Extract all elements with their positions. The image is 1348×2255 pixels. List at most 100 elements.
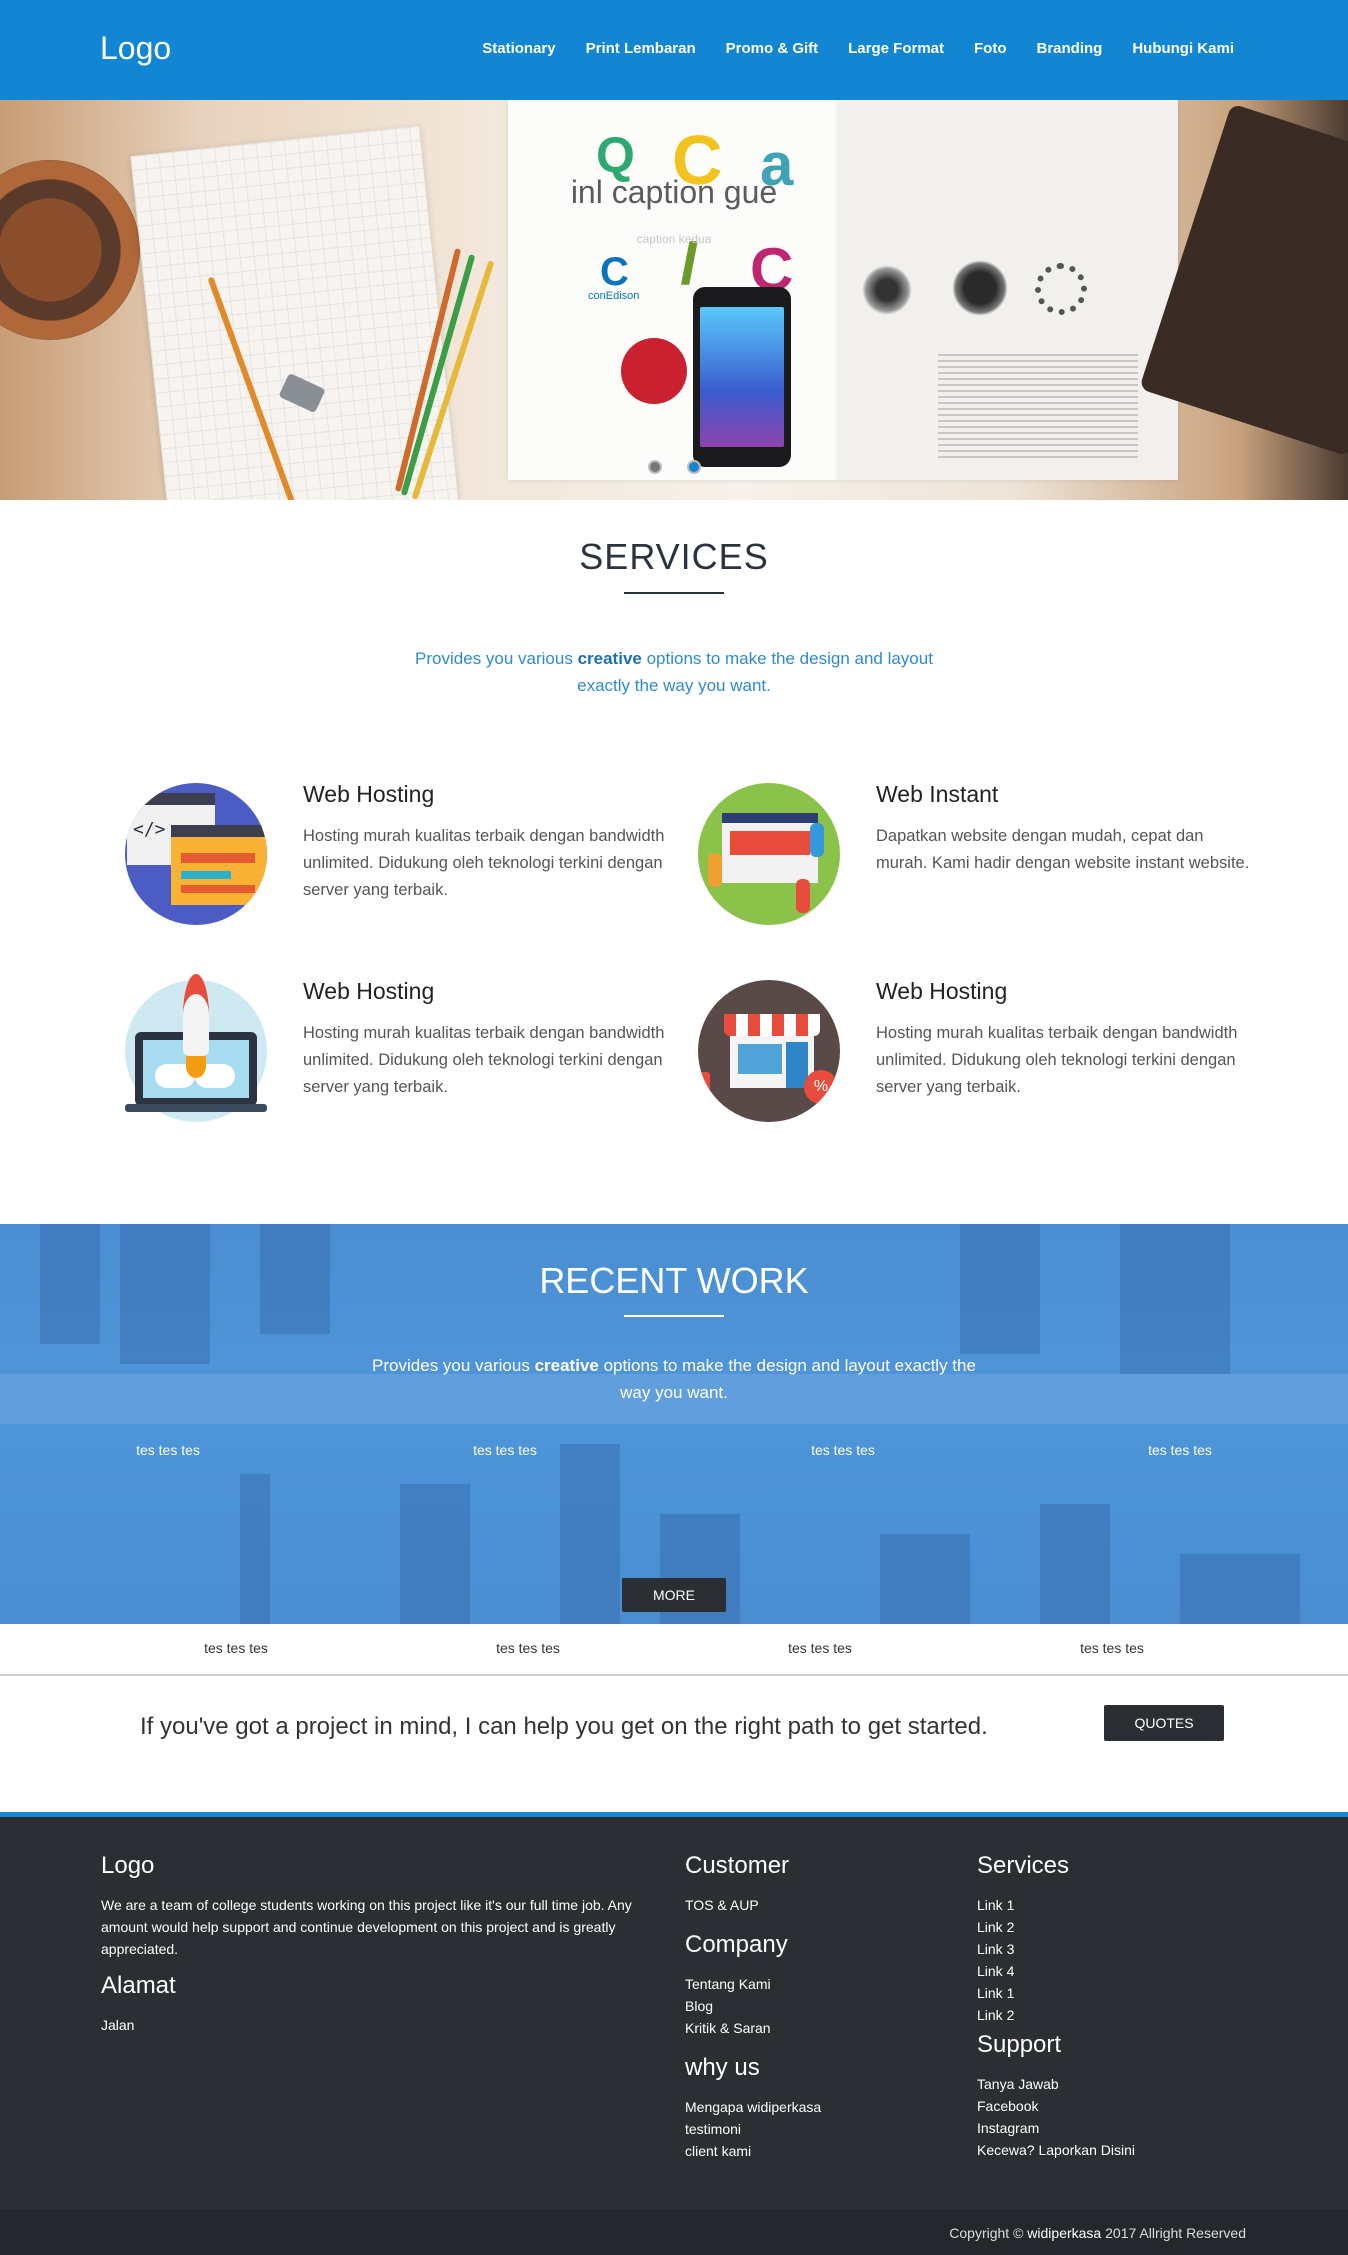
copyright-prefix: Copyright ©	[949, 2225, 1028, 2241]
nav-item-hubungi-kami[interactable]: Hubungi Kami	[1132, 40, 1234, 57]
laptop-base	[125, 1104, 267, 1112]
store-icon: %	[698, 980, 840, 1122]
footer-link-tanya-jawab[interactable]: Tanya Jawab	[977, 2073, 1135, 2095]
rocket-flame	[186, 1054, 206, 1078]
copyright-brand-link[interactable]: widiperkasa	[1027, 2225, 1101, 2241]
service-card-web-hosting: </> Web Hosting Hosting murah kualitas t…	[125, 781, 685, 943]
recent-work-underline	[624, 1315, 724, 1317]
services-title: SERVICES	[579, 536, 769, 577]
footer-link-instagram[interactable]: Instagram	[977, 2117, 1135, 2139]
nav-item-branding[interactable]: Branding	[1036, 40, 1102, 57]
footer-services-links: Link 1 Link 2 Link 3 Link 4 Link 1 Link …	[977, 1894, 1014, 2026]
services-desc-highlight: creative	[577, 649, 642, 668]
footer-link-laporkan[interactable]: Kecewa? Laporkan Disini	[977, 2139, 1135, 2161]
work-item-label[interactable]: tes tes tes	[425, 1442, 585, 1458]
code-tag-text: </>	[133, 819, 166, 840]
service-description: Dapatkan website dengan mudah, cepat dan…	[876, 827, 1250, 872]
layout-bar	[181, 871, 231, 879]
footer-link-facebook[interactable]: Facebook	[977, 2095, 1135, 2117]
footer-link[interactable]: Link 3	[977, 1938, 1014, 1960]
footer-link-tos[interactable]: TOS & AUP	[685, 1894, 759, 1916]
recent-desc-highlight: creative	[534, 1356, 599, 1375]
carousel-indicator-2[interactable]	[687, 460, 701, 474]
logo[interactable]: Logo	[100, 30, 171, 67]
footer-services-title: Services	[977, 1852, 1070, 1879]
footer-whyus-links: Mengapa widiperkasa testimoni client kam…	[685, 2096, 821, 2162]
halftone-dot-image	[952, 260, 1008, 316]
phone-image	[693, 287, 791, 467]
service-description: Hosting murah kualitas terbaik dengan ba…	[303, 1024, 665, 1096]
book-text-block	[938, 350, 1138, 460]
service-title: Web Instant	[876, 781, 999, 807]
brand-logo-image: C	[600, 250, 629, 294]
skyline-building	[1180, 1554, 1300, 1624]
website-banner	[730, 831, 810, 855]
work-caption: tes tes tes	[788, 1640, 852, 1656]
lg-logo-image	[621, 338, 687, 404]
recent-desc-text: options to make the design and layout ex…	[598, 1356, 976, 1402]
footer-link-mengapa[interactable]: Mengapa widiperkasa	[685, 2096, 821, 2118]
footer-logo[interactable]: Logo	[101, 1852, 154, 1880]
layout-bar	[181, 885, 255, 893]
halftone-dot-image	[1035, 263, 1087, 315]
footer-link[interactable]: Link 1	[977, 1982, 1014, 2004]
footer-customer-links: TOS & AUP	[685, 1894, 759, 1916]
footer-support-links: Tanya Jawab Facebook Instagram Kecewa? L…	[977, 2073, 1135, 2161]
store-awning	[724, 1014, 820, 1036]
skyline-building	[1040, 1504, 1110, 1624]
quotes-button[interactable]: QUOTES	[1104, 1705, 1224, 1741]
carousel-indicator-1[interactable]	[648, 460, 662, 474]
footer-about-text: We are a team of college students workin…	[101, 1897, 632, 1957]
work-caption: tes tes tes	[496, 1640, 560, 1656]
service-card-web-instant: Web Instant Dapatkan website dengan muda…	[698, 781, 1258, 943]
footer-link[interactable]: Link 4	[977, 1960, 1014, 1982]
work-item-label[interactable]: tes tes tes	[88, 1442, 248, 1458]
copyright-text: Copyright © widiperkasa 2017 Allright Re…	[949, 2225, 1246, 2241]
halftone-dot-image	[862, 265, 912, 315]
nav-item-large-format[interactable]: Large Format	[848, 40, 944, 57]
footer-link[interactable]: Link 2	[977, 2004, 1014, 2026]
work-item-label[interactable]: tes tes tes	[1100, 1442, 1260, 1458]
recent-work-description: Provides you various creative options to…	[360, 1352, 988, 1406]
recent-work-section: RECENT WORK Provides you various creativ…	[0, 1224, 1348, 1624]
service-description: Hosting murah kualitas terbaik dengan ba…	[303, 827, 665, 899]
footer: Logo We are a team of college students w…	[0, 1812, 1348, 2255]
service-title: Web Hosting	[876, 978, 1008, 1004]
rocket-laptop-icon	[125, 974, 267, 1122]
footer-link-testimoni[interactable]: testimoni	[685, 2118, 821, 2140]
footer-company-title: Company	[685, 1931, 788, 1958]
services-title-underline	[624, 592, 724, 594]
skyline-building	[240, 1474, 270, 1624]
service-card-web-hosting-2: Web Hosting Hosting murah kualitas terba…	[125, 974, 685, 1140]
store-window	[738, 1044, 782, 1074]
navbar: Logo Stationary Print Lembaran Promo & G…	[0, 0, 1348, 100]
work-caption: tes tes tes	[204, 1640, 268, 1656]
more-button[interactable]: MORE	[622, 1578, 726, 1612]
footer-customer-title: Customer	[685, 1852, 790, 1879]
footer-company-links: Tentang Kami Blog Kritik & Saran	[685, 1973, 771, 2039]
person-figure	[810, 823, 824, 857]
footer-link-client-kami[interactable]: client kami	[685, 2140, 821, 2162]
skyline-building	[560, 1444, 620, 1624]
service-title: Web Hosting	[303, 781, 435, 807]
footer-link[interactable]: Link 1	[977, 1894, 1014, 1916]
recent-desc-text: Provides you various	[372, 1356, 535, 1375]
phone-screen	[700, 307, 784, 447]
work-item-label[interactable]: tes tes tes	[763, 1442, 923, 1458]
footer-alamat-title: Alamat	[101, 1972, 176, 1999]
footer-alamat-text: Jalan	[101, 2017, 135, 2033]
footer-link[interactable]: Link 2	[977, 1916, 1014, 1938]
service-card-web-hosting-3: % Web Hosting Hosting murah kualitas ter…	[698, 978, 1258, 1140]
section-divider	[0, 1674, 1348, 1676]
nav-item-print-lembaran[interactable]: Print Lembaran	[586, 40, 696, 57]
hero-carousel[interactable]: Q C a C l C conEdison inl caption gue ca…	[0, 100, 1348, 500]
footer-link-tentang-kami[interactable]: Tentang Kami	[685, 1973, 771, 1995]
nav-item-foto[interactable]: Foto	[974, 40, 1006, 57]
cta-text: If you've got a project in mind, I can h…	[140, 1713, 988, 1740]
nav-item-stationary[interactable]: Stationary	[482, 40, 555, 57]
footer-link-blog[interactable]: Blog	[685, 1995, 771, 2017]
nav-item-promo-gift[interactable]: Promo & Gift	[726, 40, 819, 57]
skyline-building	[400, 1484, 470, 1624]
footer-link-kritik-saran[interactable]: Kritik & Saran	[685, 2017, 771, 2039]
layout-bar	[181, 853, 255, 863]
